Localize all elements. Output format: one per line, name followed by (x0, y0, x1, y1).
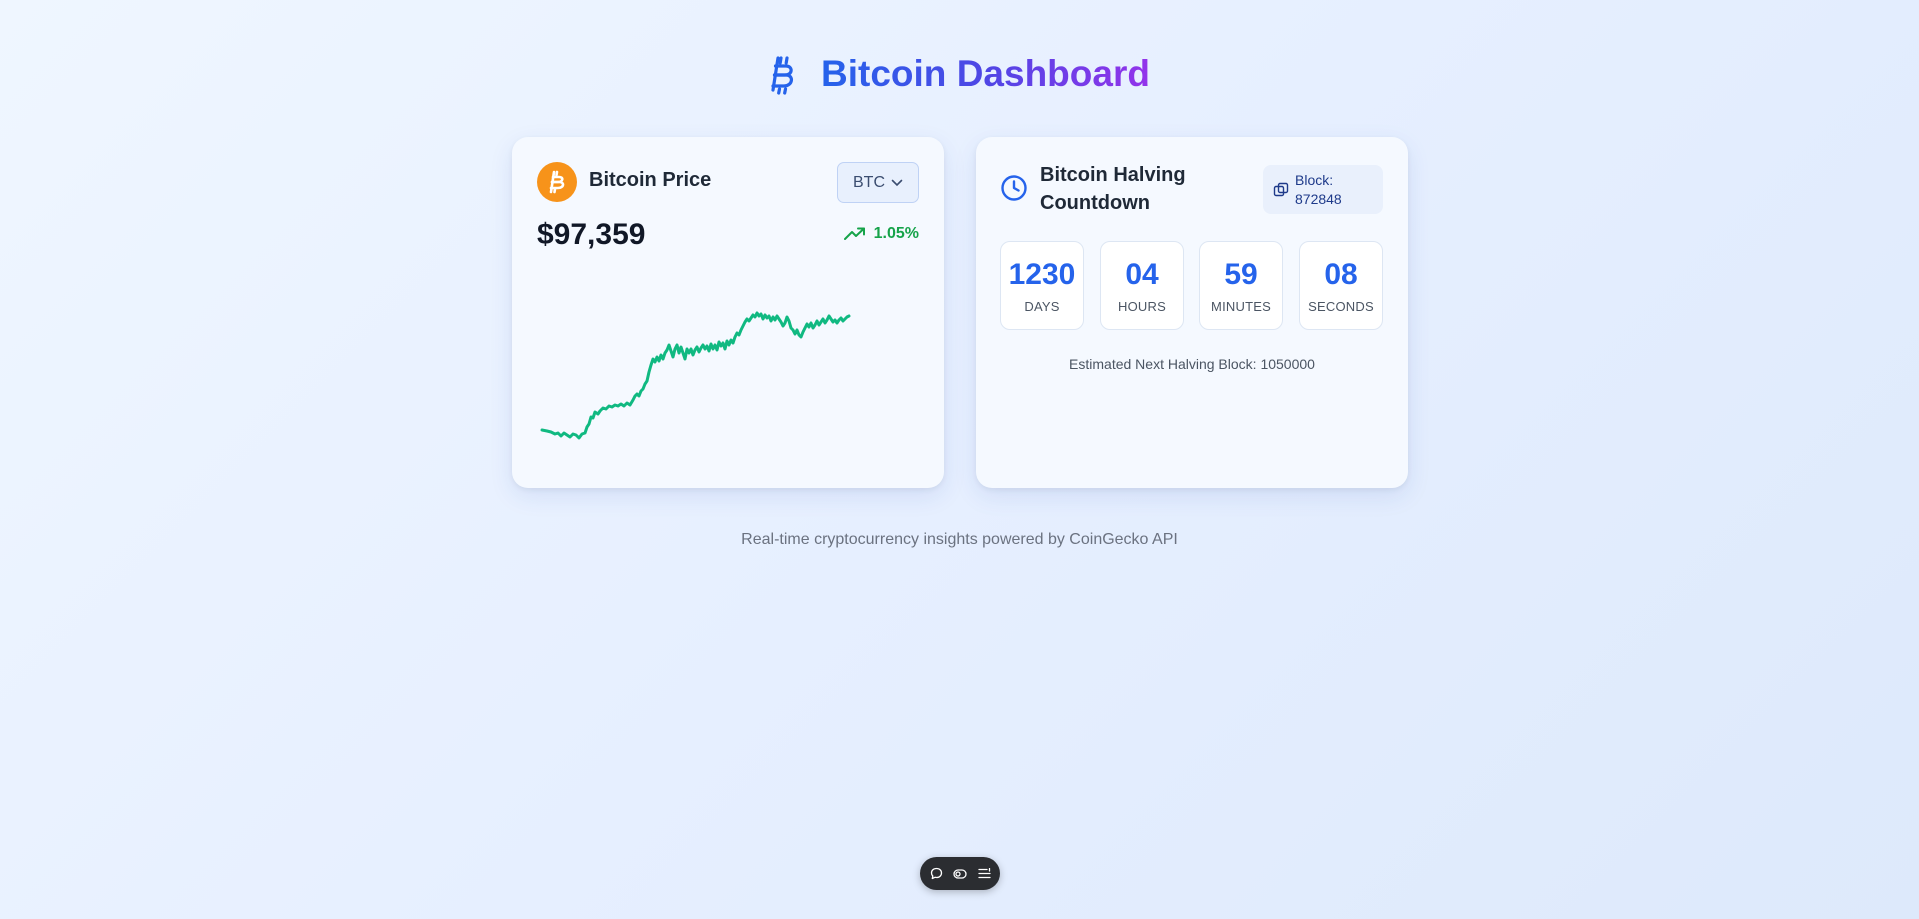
countdown-value: 08 (1324, 258, 1358, 291)
countdown-value: 04 (1125, 258, 1159, 291)
price-sparkline (540, 311, 851, 440)
countdown-label: SECONDS (1308, 299, 1374, 314)
bitcoin-icon (771, 56, 794, 95)
chevron-down-icon (891, 179, 903, 186)
countdown-value: 59 (1224, 258, 1258, 291)
countdown-label: HOURS (1118, 299, 1166, 314)
trending-up-icon (843, 227, 865, 240)
halving-card: Bitcoin Halving Countdown Block: 872848 … (976, 137, 1408, 488)
countdown-days: 1230 DAYS (1000, 241, 1084, 330)
countdown-value: 1230 (1008, 258, 1076, 291)
floating-toolbar (920, 857, 1000, 890)
countdown-seconds: 08 SECONDS (1299, 241, 1383, 330)
countdown-label: DAYS (1024, 299, 1060, 314)
block-label: Block: (1295, 172, 1334, 188)
countdown-minutes: 59 MINUTES (1199, 241, 1283, 330)
countdown-hours: 04 HOURS (1100, 241, 1184, 330)
menu-icon[interactable] (977, 866, 992, 881)
page-header: Bitcoin Dashboard (0, 46, 1919, 102)
toggle-icon[interactable] (953, 866, 968, 881)
page-title: Bitcoin Dashboard (821, 46, 1150, 102)
halving-estimate: Estimated Next Halving Block: 1050000 (1069, 356, 1315, 372)
bitcoin-coin-icon (537, 162, 577, 202)
current-price: $97,359 (537, 218, 646, 251)
footer-text: Real-time cryptocurrency insights powere… (741, 531, 1178, 548)
comment-icon[interactable] (929, 866, 944, 881)
countdown-label: MINUTES (1211, 299, 1271, 314)
blocks-icon (1273, 182, 1289, 197)
halving-card-title: Bitcoin Halving Countdown (1040, 164, 1186, 214)
currency-select-value: BTC (853, 173, 885, 191)
price-change-value: 1.05% (873, 225, 919, 242)
currency-select[interactable]: BTC (837, 162, 919, 203)
block-badge: Block: 872848 (1263, 165, 1383, 214)
clock-icon (1001, 175, 1027, 201)
price-card: Bitcoin Price BTC $97,359 1.05% (512, 137, 944, 488)
price-change: 1.05% (843, 225, 919, 243)
block-number: 872848 (1295, 191, 1342, 207)
price-card-title: Bitcoin Price (589, 169, 712, 191)
price-line (540, 311, 851, 440)
